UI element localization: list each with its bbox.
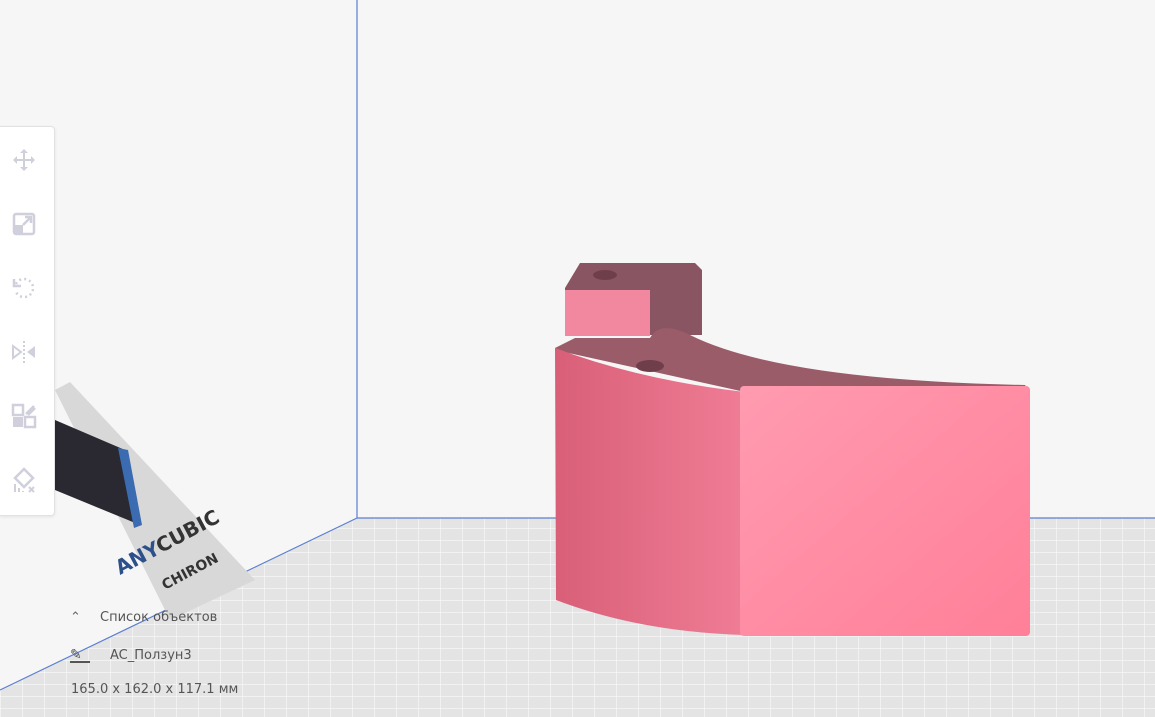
support-blocker-button[interactable] [7, 463, 41, 497]
object-name: AC_Ползун3 [110, 648, 192, 663]
printer-logo-plate: ANYCUBIC CHIRON [55, 382, 255, 620]
rotate-icon [12, 277, 35, 299]
object-list-item[interactable]: ✎ AC_Ползун3 [70, 648, 192, 663]
scale-tool-button[interactable] [7, 207, 41, 241]
object-list-toggle[interactable]: ⌃ Список объектов [70, 610, 217, 625]
move-icon [13, 149, 35, 171]
support-blocker-icon [13, 467, 35, 493]
per-model-settings-button[interactable] [7, 399, 41, 433]
per-model-settings-icon [11, 403, 37, 429]
model-ac-polzun3[interactable] [555, 263, 1030, 636]
mirror-tool-button[interactable] [7, 335, 41, 369]
chevron-up-icon: ⌃ [70, 610, 81, 625]
move-tool-button[interactable] [7, 143, 41, 177]
mirror-icon [12, 341, 35, 363]
scale-icon [12, 212, 36, 236]
object-dimensions: 165.0 x 162.0 x 117.1 мм [71, 682, 239, 697]
object-list-header: Список объектов [100, 610, 218, 625]
rotate-tool-button[interactable] [7, 271, 41, 305]
tool-sidebar [0, 126, 55, 516]
edit-pencil-icon: ✎ [70, 648, 90, 663]
